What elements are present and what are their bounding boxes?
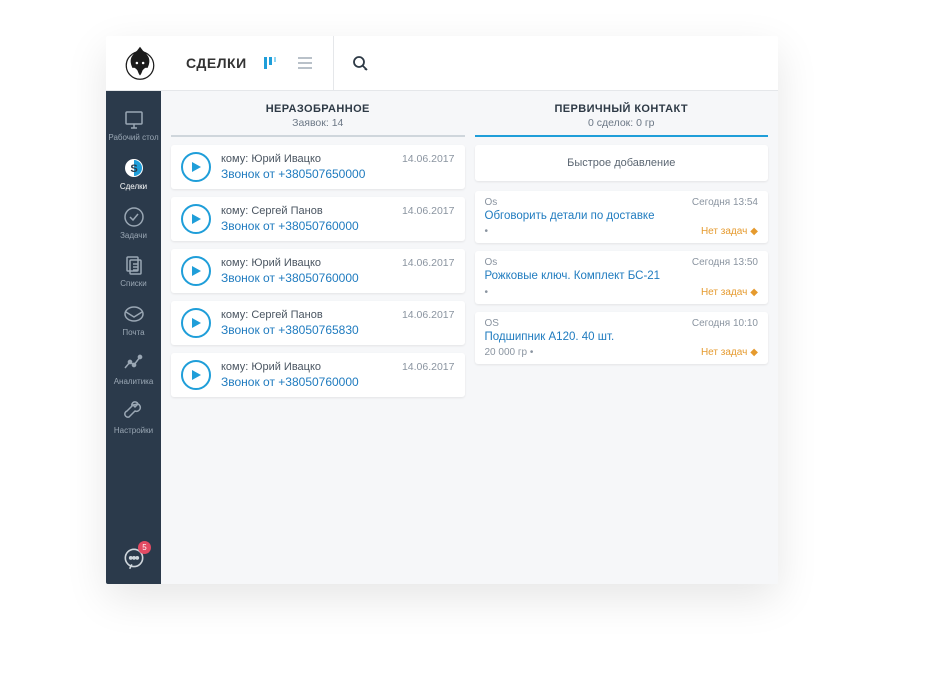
card-body: кому: Юрий Ивацко 14.06.2017 Звонок от +38… [221,153,455,181]
sidebar-item-dashboard[interactable]: Рабочий стол [106,99,161,148]
sidebar-chat[interactable]: 5 [106,536,161,584]
deal-price: • [485,287,489,298]
chat-badge: 5 [138,541,151,554]
sidebar-item-label: Рабочий стол [108,134,158,143]
call-card[interactable]: кому: Юрий Ивацко 14.06.2017 Звонок от +38… [171,249,465,293]
sidebar-item-deals[interactable]: S Сделки [106,148,161,197]
topbar: СДЕЛКИ [106,36,778,91]
card-body: кому: Сергей Панов 14.06.2017 Звонок от +3… [221,205,455,233]
play-icon[interactable] [181,256,211,286]
main: Рабочий стол S Сделки Задачи Списки [106,91,778,584]
deal-title[interactable]: Рожковые ключ. Комплект БС-21 [485,269,759,283]
analytics-icon [122,351,146,375]
card-call-link[interactable]: Звонок от +38050765830 [221,323,455,337]
column-subtitle: Заявок: 14 [171,117,465,129]
deal-title[interactable]: Обговорить детали по доставке [485,209,759,223]
deal-time: Сегодня 10:10 [692,318,758,329]
column-rule [171,135,465,137]
search-icon [352,55,368,71]
svg-text:S: S [130,163,137,175]
column-title: НЕРАЗОБРАННОЕ [171,103,465,115]
deal-price: • [485,226,489,237]
play-icon[interactable] [181,152,211,182]
card-call-link[interactable]: Звонок от +38050760000 [221,219,455,233]
column-primary-contact: ПЕРВИЧНЫЙ КОНТАКТ 0 сделок: 0 гр Быстрое… [475,99,769,576]
deal-tasks-link[interactable]: Нет задач◆ [701,287,758,298]
app-window: СДЕЛКИ Рабочий стол S [106,36,778,584]
card-recipient: кому: Сергей Панов [221,205,323,217]
column-rule [475,135,769,137]
card-date: 14.06.2017 [402,205,455,217]
play-icon[interactable] [181,308,211,338]
sidebar: Рабочий стол S Сделки Задачи Списки [106,91,161,584]
sidebar-item-mail[interactable]: Почта [106,294,161,343]
column-unsorted: НЕРАЗОБРАННОЕ Заявок: 14 кому: Юрий Ивац… [171,99,465,576]
sidebar-item-label: Задачи [120,232,147,241]
deal-card[interactable]: OS Сегодня 10:10Подшипник А120. 40 шт. 20 … [475,312,769,364]
pipeline-view-icon[interactable] [261,56,281,70]
card-recipient: кому: Юрий Ивацко [221,153,321,165]
deal-owner: Os [485,257,498,268]
call-card[interactable]: кому: Юрий Ивацко 14.06.2017 Звонок от +38… [171,353,465,397]
deal-owner: OS [485,318,499,329]
deal-price: 20 000 гр • [485,347,534,358]
sidebar-item-label: Сделки [120,183,147,192]
unsorted-list: кому: Юрий Ивацко 14.06.2017 Звонок от +38… [171,145,465,397]
sidebar-item-lists[interactable]: Списки [106,245,161,294]
deal-owner: Os [485,197,498,208]
card-body: кому: Юрий Ивацко 14.06.2017 Звонок от +38… [221,257,455,285]
deal-title[interactable]: Подшипник А120. 40 шт. [485,330,759,344]
settings-icon [122,400,146,424]
sidebar-item-label: Почта [122,329,144,338]
sidebar-item-settings[interactable]: Настройки [106,392,161,441]
play-icon[interactable] [181,204,211,234]
list-view-icon[interactable] [295,56,315,70]
column-header: НЕРАЗОБРАННОЕ Заявок: 14 [171,99,465,145]
card-body: кому: Юрий Ивацко 14.06.2017 Звонок от +38… [221,361,455,389]
dashboard-icon [122,107,146,131]
lists-icon [122,253,146,277]
sidebar-item-tasks[interactable]: Задачи [106,197,161,246]
card-recipient: кому: Сергей Панов [221,309,323,321]
deal-card[interactable]: Os Сегодня 13:50Рожковые ключ. Комплект Б… [475,251,769,303]
call-card[interactable]: кому: Сергей Панов 14.06.2017 Звонок от +3… [171,301,465,345]
lion-logo-icon [120,43,160,83]
deal-card[interactable]: Os Сегодня 13:54Обговорить детали по дост… [475,191,769,243]
card-call-link[interactable]: Звонок от +380507650000 [221,167,455,181]
card-date: 14.06.2017 [402,153,455,165]
sidebar-item-label: Аналитика [114,378,154,387]
board: НЕРАЗОБРАННОЕ Заявок: 14 кому: Юрий Ивац… [161,91,778,584]
play-icon[interactable] [181,360,211,390]
card-call-link[interactable]: Звонок от +38050760000 [221,271,455,285]
sidebar-item-label: Настройки [114,427,153,436]
title-block: СДЕЛКИ [168,36,334,90]
deal-time: Сегодня 13:54 [692,197,758,208]
card-date: 14.06.2017 [402,361,455,373]
column-header: ПЕРВИЧНЫЙ КОНТАКТ 0 сделок: 0 гр [475,99,769,145]
deal-tasks-link[interactable]: Нет задач◆ [701,226,758,237]
app-logo [112,43,168,83]
card-call-link[interactable]: Звонок от +38050760000 [221,375,455,389]
card-date: 14.06.2017 [402,257,455,269]
card-recipient: кому: Юрий Ивацко [221,361,321,373]
quick-add-button[interactable]: Быстрое добавление [475,145,769,181]
primary-list: Os Сегодня 13:54Обговорить детали по дост… [475,191,769,364]
card-body: кому: Сергей Панов 14.06.2017 Звонок от +3… [221,309,455,337]
card-date: 14.06.2017 [402,309,455,321]
call-card[interactable]: кому: Сергей Панов 14.06.2017 Звонок от +3… [171,197,465,241]
search-block[interactable] [334,55,386,71]
sidebar-item-label: Списки [120,280,147,289]
column-title: ПЕРВИЧНЫЙ КОНТАКТ [475,103,769,115]
tasks-icon [122,205,146,229]
deal-time: Сегодня 13:50 [692,257,758,268]
deals-icon: S [122,156,146,180]
card-recipient: кому: Юрий Ивацко [221,257,321,269]
sidebar-item-analytics[interactable]: Аналитика [106,343,161,392]
call-card[interactable]: кому: Юрий Ивацко 14.06.2017 Звонок от +38… [171,145,465,189]
page-title: СДЕЛКИ [186,55,247,71]
deal-tasks-link[interactable]: Нет задач◆ [701,347,758,358]
column-subtitle: 0 сделок: 0 гр [475,117,769,129]
mail-icon [122,302,146,326]
